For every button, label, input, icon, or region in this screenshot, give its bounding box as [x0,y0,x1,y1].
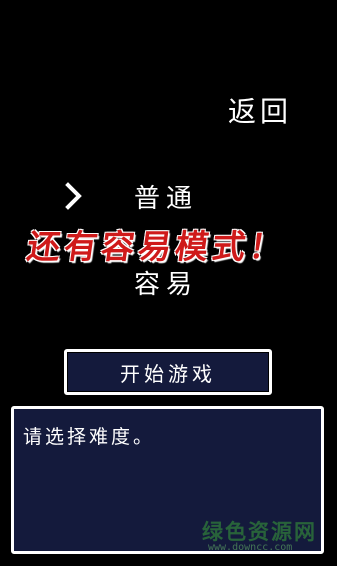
chevron-right-icon [64,182,84,210]
watermark-logo: 绿色资源网 www.downcc.com [198,516,328,556]
watermark-url: www.downcc.com [208,542,293,553]
difficulty-option-normal[interactable]: 普通 [134,178,198,215]
difficulty-option-easy[interactable]: 容易 [134,264,198,301]
easy-mode-banner: 还有容易模式！ [24,227,290,266]
start-game-button[interactable]: 开始游戏 [64,349,272,395]
dialog-message: 请选择难度。 [23,426,156,448]
start-game-label: 开始游戏 [120,361,216,386]
back-button[interactable]: 返回 [228,90,308,130]
